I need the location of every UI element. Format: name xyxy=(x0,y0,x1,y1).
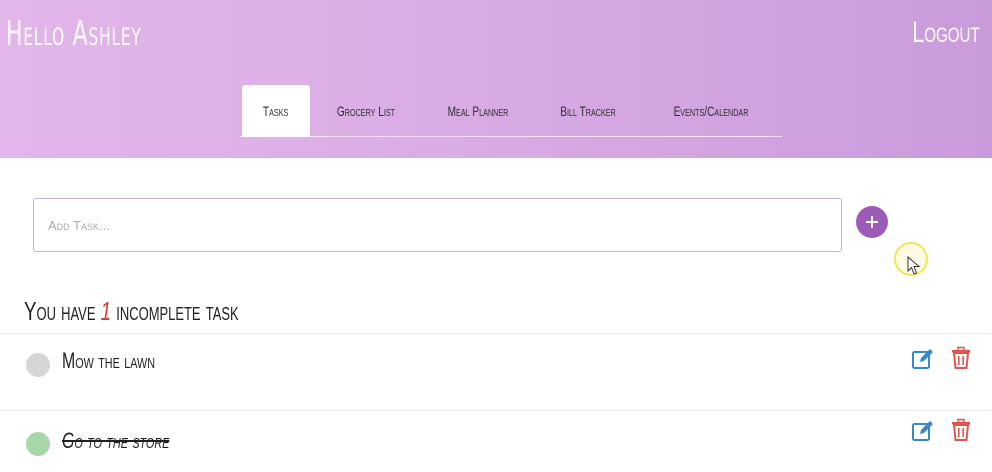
tab-tasks-label: Tasks xyxy=(263,103,289,119)
task-status-toggle[interactable] xyxy=(26,353,50,377)
app-header: Hello Ashley Logout Tasks Grocery List M… xyxy=(0,0,992,158)
mouse-cursor-icon xyxy=(907,256,921,275)
tab-bill-tracker[interactable]: Bill Tracker xyxy=(555,85,621,137)
tab-meal-planner[interactable]: Meal Planner xyxy=(443,85,512,137)
edit-icon[interactable] xyxy=(911,347,935,371)
trash-icon[interactable] xyxy=(949,346,973,370)
summary-suffix: incomplete task xyxy=(116,296,239,326)
task-label: Mow the lawn xyxy=(62,348,156,373)
edit-icon[interactable] xyxy=(911,419,935,443)
plus-icon xyxy=(866,216,878,228)
add-task-button[interactable] xyxy=(856,206,888,238)
incomplete-summary: You have 1 incomplete task xyxy=(24,296,239,327)
task-label: Go to the store xyxy=(62,428,170,453)
add-task-input[interactable] xyxy=(33,198,842,252)
task-row: Go to the store xyxy=(0,412,992,472)
incomplete-count: 1 xyxy=(100,296,112,326)
greeting-title: Hello Ashley xyxy=(6,14,142,54)
divider xyxy=(0,410,992,411)
tab-events-calendar[interactable]: Events/Calendar xyxy=(669,85,754,137)
tab-tasks[interactable]: Tasks xyxy=(242,85,310,137)
nav-tabs: Tasks Grocery List Meal Planner Bill Tra… xyxy=(240,85,782,137)
logout-link[interactable]: Logout xyxy=(913,16,980,50)
task-status-toggle[interactable] xyxy=(26,432,50,456)
summary-prefix: You have xyxy=(24,296,96,326)
trash-icon[interactable] xyxy=(949,418,973,442)
task-row: Mow the lawn xyxy=(0,334,992,394)
tab-grocery-list[interactable]: Grocery List xyxy=(333,85,399,137)
